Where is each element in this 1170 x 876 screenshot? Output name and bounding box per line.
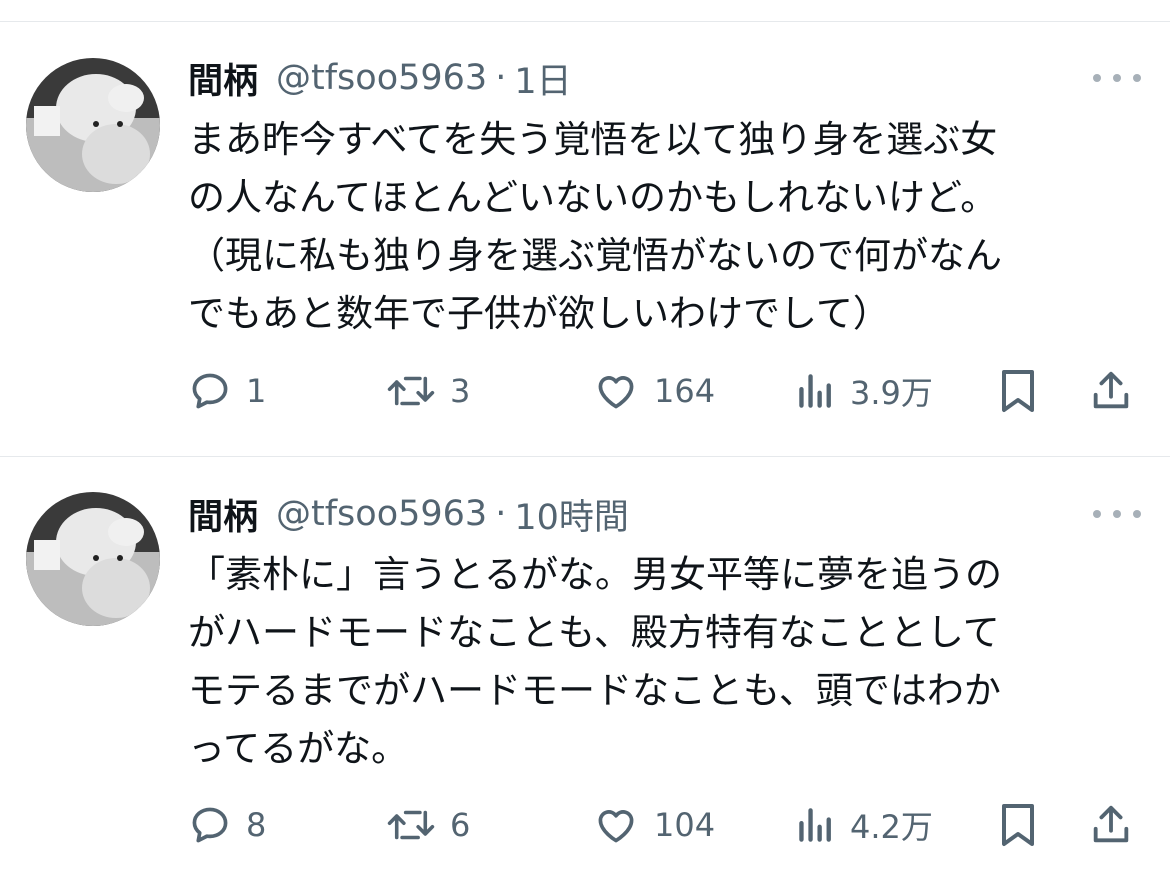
bookmark-button[interactable] xyxy=(998,800,1038,850)
user-handle[interactable]: @tfsoo5963 xyxy=(276,494,487,534)
reply-button[interactable]: 1 xyxy=(188,366,266,416)
like-count: 104 xyxy=(654,806,716,844)
retweet-count: 3 xyxy=(450,372,471,410)
like-button[interactable]: 104 xyxy=(592,800,715,850)
views-button[interactable]: 3.9万 xyxy=(796,366,933,416)
tweet-text-line: モテるまでがハードモードなことも、頭ではわか xyxy=(188,669,1001,712)
timestamp[interactable]: 10時間 xyxy=(514,489,629,540)
retweet-icon xyxy=(387,376,435,406)
user-handle[interactable]: @tfsoo5963 xyxy=(276,58,487,98)
reply-button[interactable]: 8 xyxy=(188,800,266,850)
share-icon xyxy=(1093,805,1129,843)
like-icon xyxy=(598,376,634,409)
tweet-header: 間柄 @tfsoo5963 · 10時間 xyxy=(188,492,629,538)
views-icon xyxy=(799,808,831,842)
bookmark-icon xyxy=(1002,370,1034,412)
separator-dot: · xyxy=(495,58,507,98)
views-button[interactable]: 4.2万 xyxy=(796,800,933,850)
top-divider xyxy=(0,21,1170,22)
tweet-text-line: でもあと数年で子供が欲しいわけでして） xyxy=(188,292,890,335)
bookmark-icon xyxy=(1002,804,1034,846)
tweet-text-line: まあ昨今すべてを失う覚悟を以て独り身を選ぶ女 xyxy=(188,118,998,161)
timestamp[interactable]: 1日 xyxy=(514,53,571,104)
like-icon xyxy=(598,810,634,843)
retweet-count: 6 xyxy=(450,806,471,844)
like-count: 164 xyxy=(654,372,716,410)
avatar[interactable] xyxy=(26,492,160,626)
retweet-icon xyxy=(387,810,435,840)
retweet-button[interactable]: 6 xyxy=(386,800,470,850)
more-icon[interactable] xyxy=(1093,66,1141,90)
retweet-button[interactable]: 3 xyxy=(386,366,470,416)
display-name[interactable]: 間柄 xyxy=(188,53,258,104)
view-count: 4.2万 xyxy=(850,808,933,846)
views-icon xyxy=(799,374,831,408)
more-icon[interactable] xyxy=(1093,502,1141,526)
action-bar: 8 6 104 4.2万 xyxy=(188,800,1148,850)
tweet-text-line: （現に私も独り身を選ぶ覚悟がないので何がなん xyxy=(188,234,1002,277)
reply-icon xyxy=(192,373,228,409)
tweet-text-line: がハードモードなことも、殿方特有なこととして xyxy=(188,611,1000,654)
tweet-text-line: の人なんてほとんどいないのかもしれないけど。 xyxy=(188,176,998,219)
reply-icon xyxy=(192,807,228,843)
share-button[interactable] xyxy=(1088,366,1134,416)
tweet-divider xyxy=(0,456,1170,457)
tweet-text-line: ってるがな。 xyxy=(188,727,409,770)
reply-count: 1 xyxy=(246,372,267,410)
tweet-text-line: 「素朴に」言うとるがな。男女平等に夢を追うの xyxy=(188,553,1002,596)
tweet-header: 間柄 @tfsoo5963 · 1日 xyxy=(188,56,572,102)
like-button[interactable]: 164 xyxy=(592,366,715,416)
tweet-text: まあ昨今すべてを失う覚悟を以て独り身を選ぶ女 の人なんてほとんどいないのかもしれ… xyxy=(188,111,1148,343)
action-bar: 1 3 164 3.9万 xyxy=(188,366,1148,416)
share-button[interactable] xyxy=(1088,800,1134,850)
reply-count: 8 xyxy=(246,806,267,844)
share-icon xyxy=(1093,371,1129,409)
avatar[interactable] xyxy=(26,58,160,192)
separator-dot: · xyxy=(495,494,507,534)
display-name[interactable]: 間柄 xyxy=(188,489,258,540)
view-count: 3.9万 xyxy=(850,374,933,412)
bookmark-button[interactable] xyxy=(998,366,1038,416)
tweet-text: 「素朴に」言うとるがな。男女平等に夢を追うの がハードモードなことも、殿方特有な… xyxy=(188,546,1148,778)
